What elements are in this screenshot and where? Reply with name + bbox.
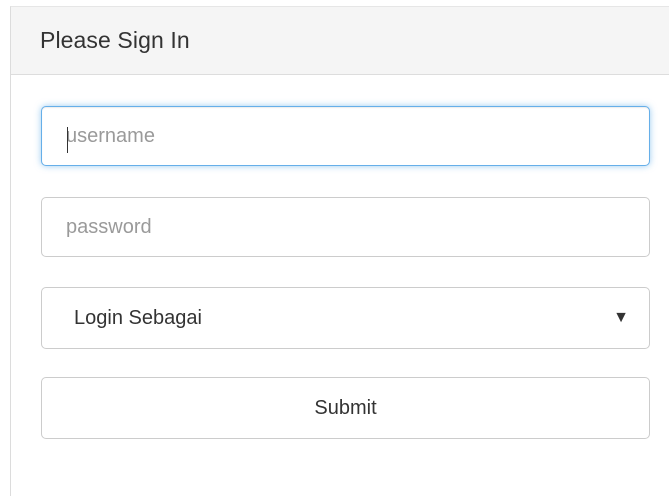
login-as-select[interactable]: Login Sebagai ▼ [41,287,650,349]
username-input[interactable] [41,106,650,166]
text-caret [67,127,68,153]
password-input[interactable] [41,197,650,257]
triangle-down-icon: ▼ [613,309,629,326]
sign-in-panel: Please Sign In Login Sebagai ▼ Submit [10,6,669,496]
panel-title: Please Sign In [40,27,190,53]
panel-heading: Please Sign In [11,7,669,75]
login-as-selected-value: Login Sebagai [74,306,202,329]
submit-button[interactable]: Submit [41,377,650,439]
